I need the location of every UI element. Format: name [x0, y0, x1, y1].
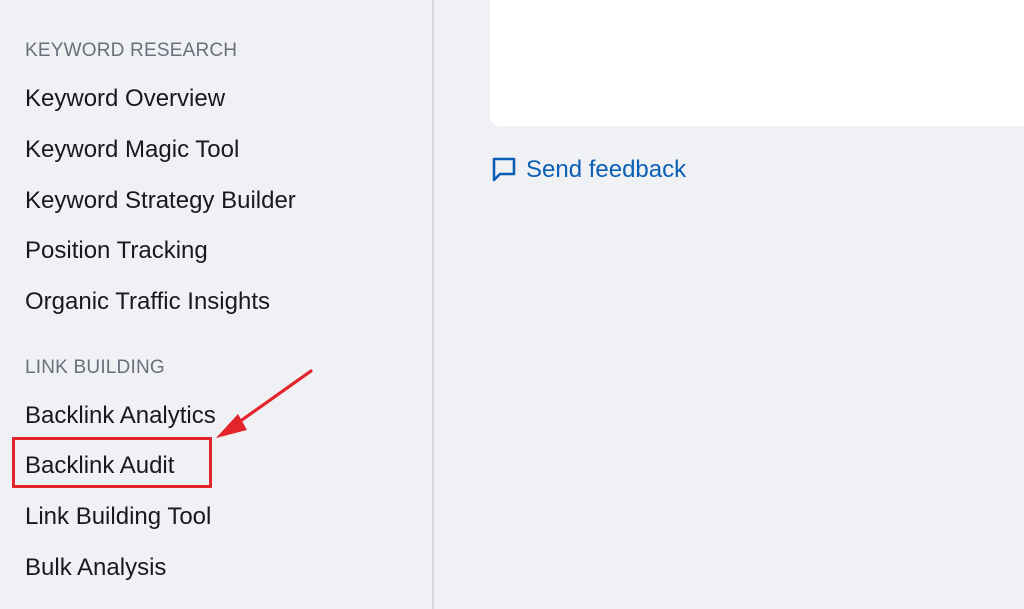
section-heading-link-building: LINK BUILDING [25, 357, 165, 378]
sidebar-nav: KEYWORD RESEARCH Keyword Overview Keywor… [0, 0, 432, 609]
sidebar-item-link-building-tool[interactable]: Link Building Tool [25, 503, 211, 531]
section-heading-keyword-research: KEYWORD RESEARCH [25, 40, 238, 61]
sidebar-item-backlink-audit[interactable]: Backlink Audit [25, 452, 174, 480]
page: KEYWORD RESEARCH Keyword Overview Keywor… [0, 0, 1024, 609]
main-content: Send feedback [434, 0, 1024, 609]
sidebar-item-keyword-strategy-builder[interactable]: Keyword Strategy Builder [25, 187, 296, 215]
sidebar-item-position-tracking[interactable]: Position Tracking [25, 237, 208, 265]
speech-bubble-icon [492, 157, 516, 182]
sidebar-item-bulk-analysis[interactable]: Bulk Analysis [25, 554, 166, 582]
content-card [490, 0, 1024, 126]
send-feedback-label: Send feedback [526, 156, 687, 183]
sidebar-item-keyword-magic-tool[interactable]: Keyword Magic Tool [25, 136, 239, 164]
sidebar-item-keyword-overview[interactable]: Keyword Overview [25, 85, 225, 113]
send-feedback-link[interactable]: Send feedback [491, 156, 686, 184]
sidebar-item-organic-traffic-insights[interactable]: Organic Traffic Insights [25, 288, 270, 316]
sidebar-item-backlink-analytics[interactable]: Backlink Analytics [25, 402, 216, 430]
